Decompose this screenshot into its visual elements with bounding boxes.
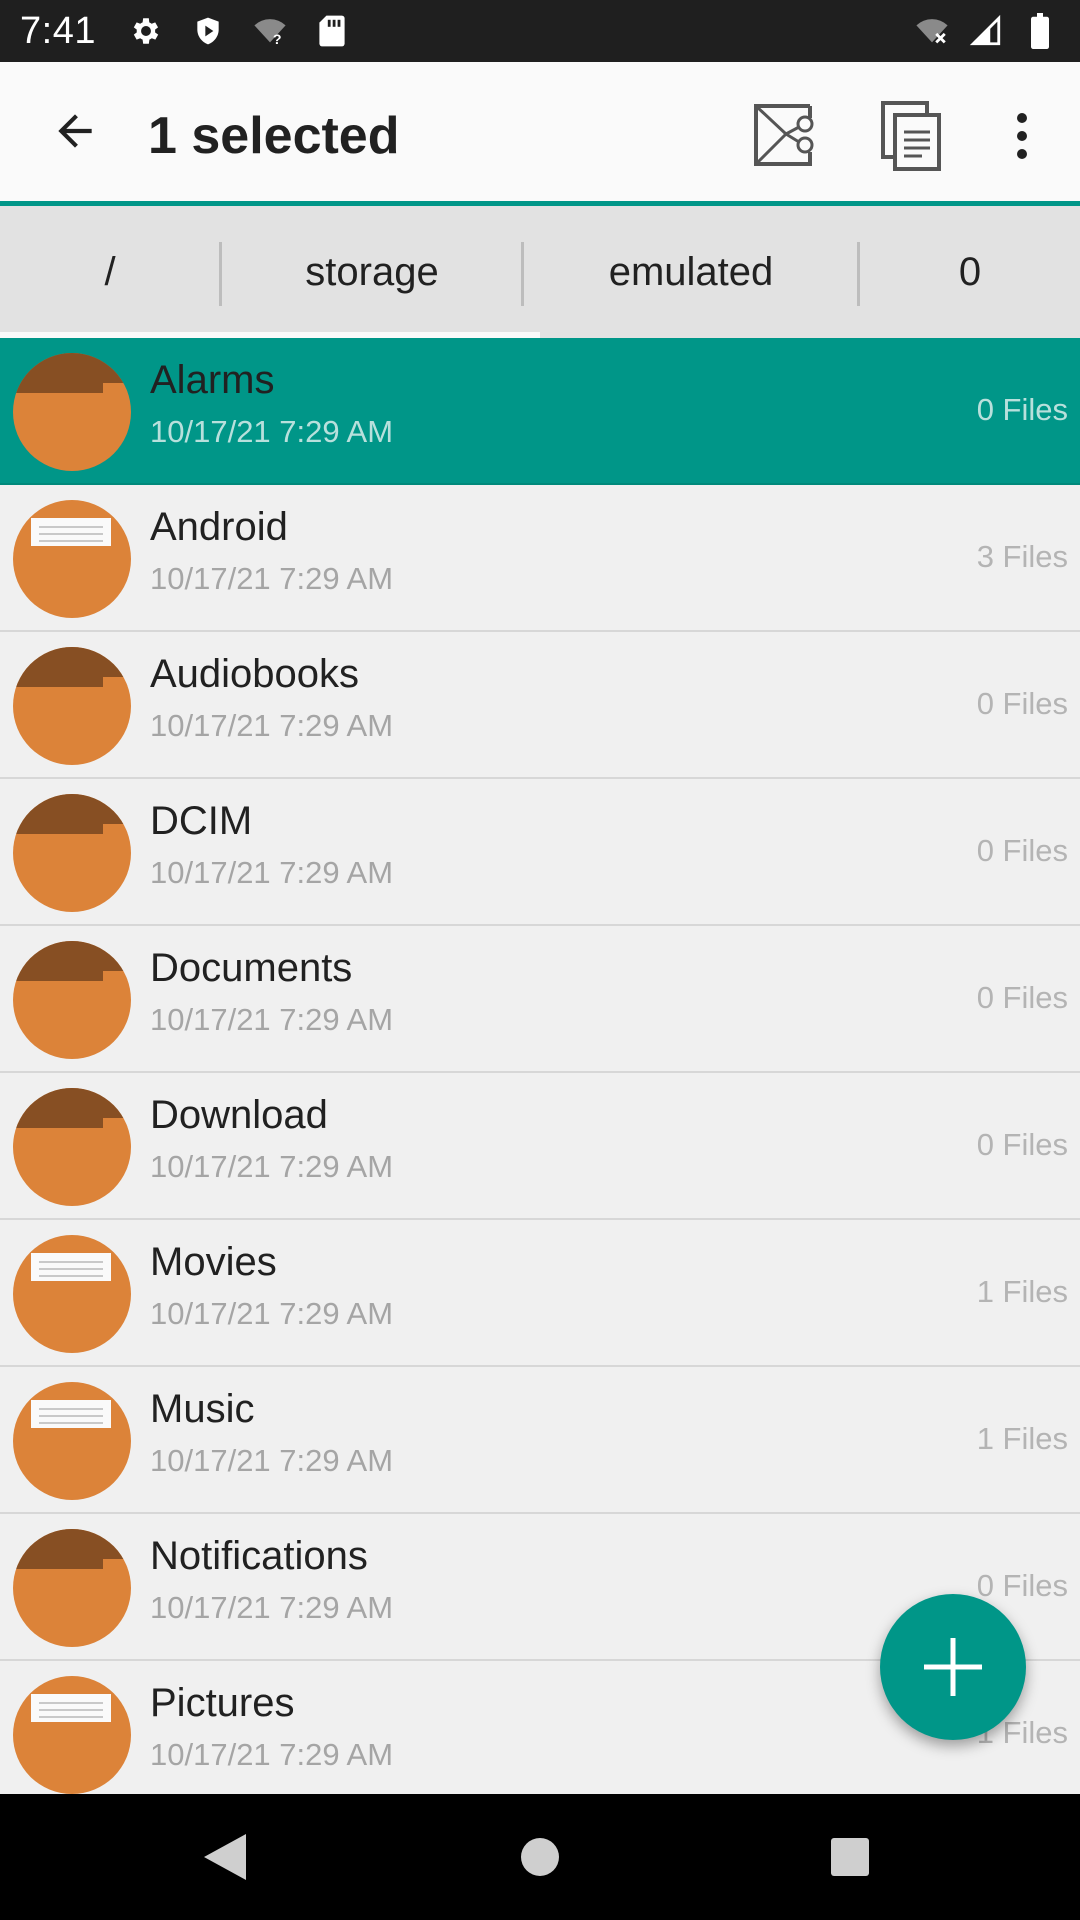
list-item[interactable]: DCIM 10/17/21 7:29 AM 0 Files	[0, 779, 1080, 926]
system-nav-bar	[0, 1794, 1080, 1920]
list-item[interactable]: Music 10/17/21 7:29 AM 1 Files	[0, 1367, 1080, 1514]
file-name: Alarms	[150, 358, 275, 402]
status-bar: 7:41 ?	[0, 0, 1080, 62]
file-date: 10/17/21 7:29 AM	[150, 414, 394, 449]
status-right-icons	[912, 11, 1060, 51]
folder-with-files-icon	[13, 1235, 131, 1353]
list-item[interactable]: Android 10/17/21 7:29 AM 3 Files	[0, 485, 1080, 632]
file-list: Alarms 10/17/21 7:29 AM 0 Files Android …	[0, 338, 1080, 1794]
cut-icon	[754, 104, 814, 166]
file-name: Music	[150, 1387, 255, 1431]
more-options-button[interactable]	[1000, 108, 1044, 164]
list-item[interactable]: Audiobooks 10/17/21 7:29 AM 0 Files	[0, 632, 1080, 779]
file-date: 10/17/21 7:29 AM	[150, 708, 394, 743]
file-date: 10/17/21 7:29 AM	[150, 1443, 394, 1478]
file-name: Pictures	[150, 1681, 295, 1725]
copy-button[interactable]	[880, 100, 942, 172]
gear-icon	[126, 11, 166, 51]
folder-icon	[13, 794, 131, 912]
battery-icon	[1020, 11, 1060, 51]
sd-card-icon	[312, 11, 352, 51]
file-date: 10/17/21 7:29 AM	[150, 1149, 394, 1184]
status-time: 7:41	[20, 9, 96, 52]
file-name: Notifications	[150, 1534, 368, 1578]
file-count: 0 Files	[976, 1127, 1068, 1162]
plus-icon	[924, 1638, 982, 1696]
breadcrumb-item-storage[interactable]: storage	[222, 206, 522, 338]
more-vert-icon	[1017, 113, 1027, 159]
folder-with-files-icon	[13, 500, 131, 618]
file-count: 0 Files	[976, 686, 1068, 721]
arrow-back-icon	[58, 114, 92, 148]
back-triangle-icon	[204, 1834, 246, 1880]
nav-recents-button[interactable]	[815, 1824, 885, 1890]
back-button[interactable]	[44, 100, 106, 162]
folder-with-files-icon	[13, 1676, 131, 1794]
wifi-question-icon: ?	[250, 11, 290, 51]
cut-button[interactable]	[750, 100, 820, 170]
recents-square-icon	[831, 1838, 869, 1876]
list-item[interactable]: Documents 10/17/21 7:29 AM 0 Files	[0, 926, 1080, 1073]
file-name: Android	[150, 505, 288, 549]
file-count: 3 Files	[976, 539, 1068, 574]
file-name: Documents	[150, 946, 353, 990]
svg-text:?: ?	[273, 32, 282, 48]
folder-icon	[13, 1088, 131, 1206]
file-date: 10/17/21 7:29 AM	[150, 855, 394, 890]
file-date: 10/17/21 7:29 AM	[150, 1737, 394, 1772]
breadcrumb-item-current[interactable]: 0	[860, 206, 1080, 338]
list-item[interactable]: Movies 10/17/21 7:29 AM 1 Files	[0, 1220, 1080, 1367]
breadcrumb: / storage emulated 0	[0, 206, 1080, 338]
file-count: 1 Files	[976, 1274, 1068, 1309]
shield-icon	[188, 11, 228, 51]
file-manager-screen: 7:41 ? 1 selected / storage emulated 0 A…	[0, 0, 1080, 1920]
file-date: 10/17/21 7:29 AM	[150, 561, 394, 596]
file-name: Movies	[150, 1240, 277, 1284]
home-circle-icon	[521, 1838, 559, 1876]
nav-home-button[interactable]	[505, 1824, 575, 1890]
selection-title: 1 selected	[148, 107, 400, 165]
file-name: Audiobooks	[150, 652, 360, 696]
wifi-off-icon	[912, 11, 952, 51]
file-date: 10/17/21 7:29 AM	[150, 1002, 394, 1037]
file-count: 0 Files	[976, 392, 1068, 427]
nav-back-button[interactable]	[190, 1824, 260, 1890]
folder-icon	[13, 647, 131, 765]
file-name: DCIM	[150, 799, 253, 843]
file-name: Download	[150, 1093, 328, 1137]
signal-icon	[966, 11, 1006, 51]
copy-icon	[881, 101, 941, 171]
breadcrumb-item-emulated[interactable]: emulated	[524, 206, 858, 338]
folder-icon	[13, 941, 131, 1059]
folder-icon	[13, 1529, 131, 1647]
folder-with-files-icon	[13, 1382, 131, 1500]
folder-icon	[13, 353, 131, 471]
file-count: 0 Files	[976, 980, 1068, 1015]
add-fab-button[interactable]	[880, 1594, 1026, 1740]
file-count: 0 Files	[976, 1568, 1068, 1603]
file-count: 1 Files	[976, 1421, 1068, 1456]
status-left-icons: ?	[126, 11, 352, 51]
file-date: 10/17/21 7:29 AM	[150, 1296, 394, 1331]
file-count: 0 Files	[976, 833, 1068, 868]
breadcrumb-item-root[interactable]: /	[0, 206, 220, 338]
list-item[interactable]: Download 10/17/21 7:29 AM 0 Files	[0, 1073, 1080, 1220]
list-item[interactable]: Alarms 10/17/21 7:29 AM 0 Files	[0, 338, 1080, 485]
file-date: 10/17/21 7:29 AM	[150, 1590, 394, 1625]
